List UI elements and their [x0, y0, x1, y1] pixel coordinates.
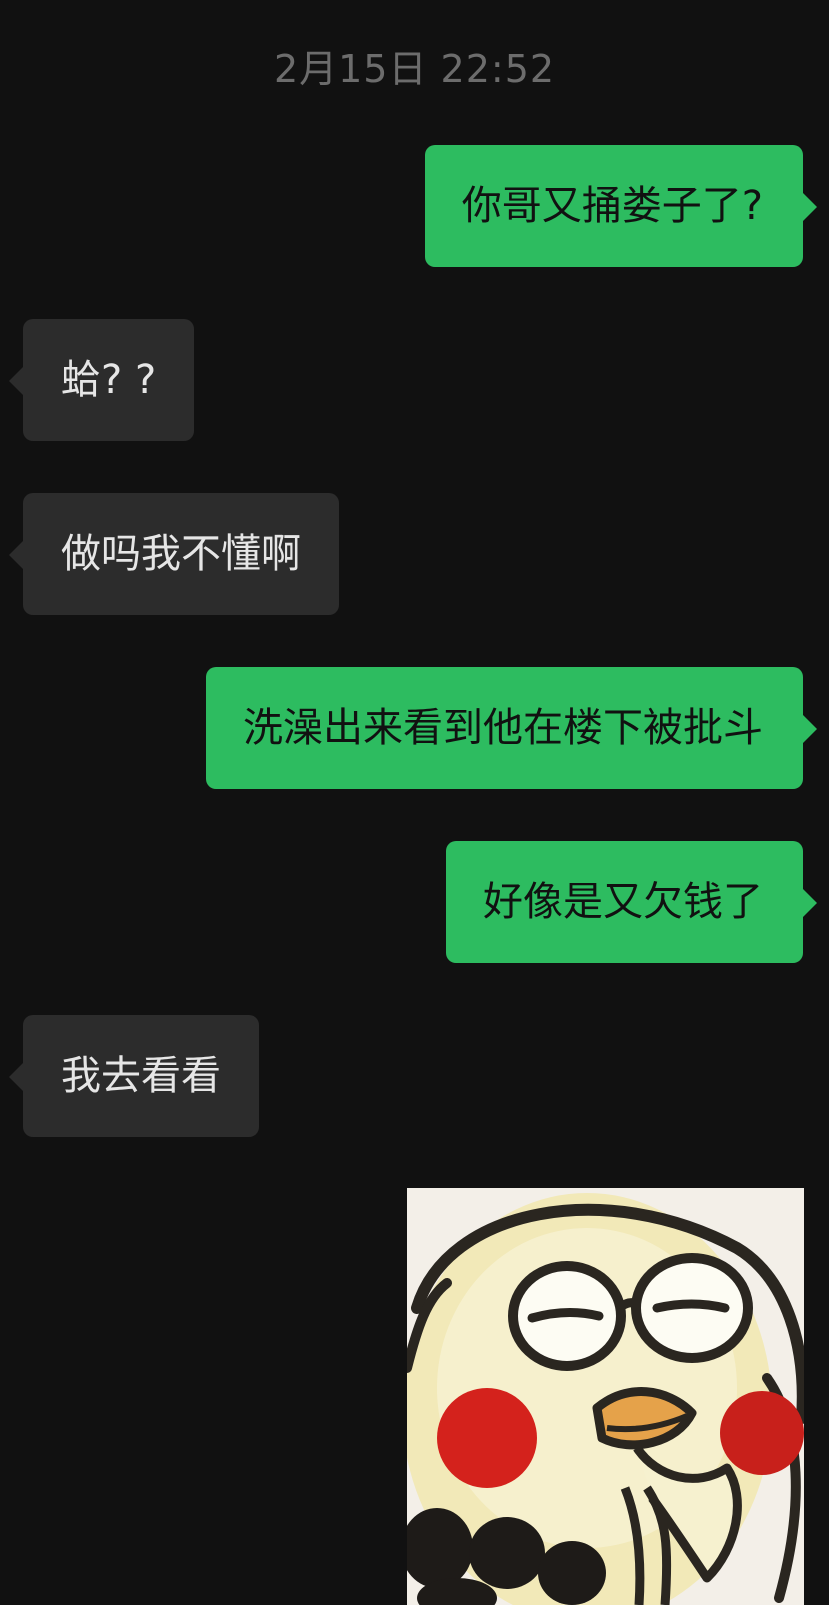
outgoing-message-bubble[interactable]: 好像是又欠钱了	[446, 841, 817, 963]
incoming-message-bubble[interactable]: 蛤? ?	[8, 319, 195, 441]
chat-timestamp: 2月15日 22:52	[273, 47, 556, 91]
smirking-cartoon-sticker-icon	[407, 1188, 804, 1605]
incoming-message-bubble[interactable]: 我去看看	[9, 1015, 259, 1137]
incoming-message-bubble[interactable]: 做吗我不懂啊	[9, 493, 339, 615]
message-text: 你哥又捅娄子了?	[461, 183, 763, 229]
outgoing-message-bubble[interactable]: 你哥又捅娄子了?	[424, 145, 818, 267]
sticker-image[interactable]	[407, 1188, 804, 1605]
message-text: 我去看看	[61, 1053, 221, 1099]
message-text: 蛤? ?	[61, 357, 157, 403]
message-text: 好像是又欠钱了	[483, 879, 763, 925]
message-text: 洗澡出来看到他在楼下被批斗	[243, 705, 763, 751]
outgoing-message-bubble[interactable]: 洗澡出来看到他在楼下被批斗	[206, 667, 817, 789]
message-text: 做吗我不懂啊	[61, 531, 301, 577]
